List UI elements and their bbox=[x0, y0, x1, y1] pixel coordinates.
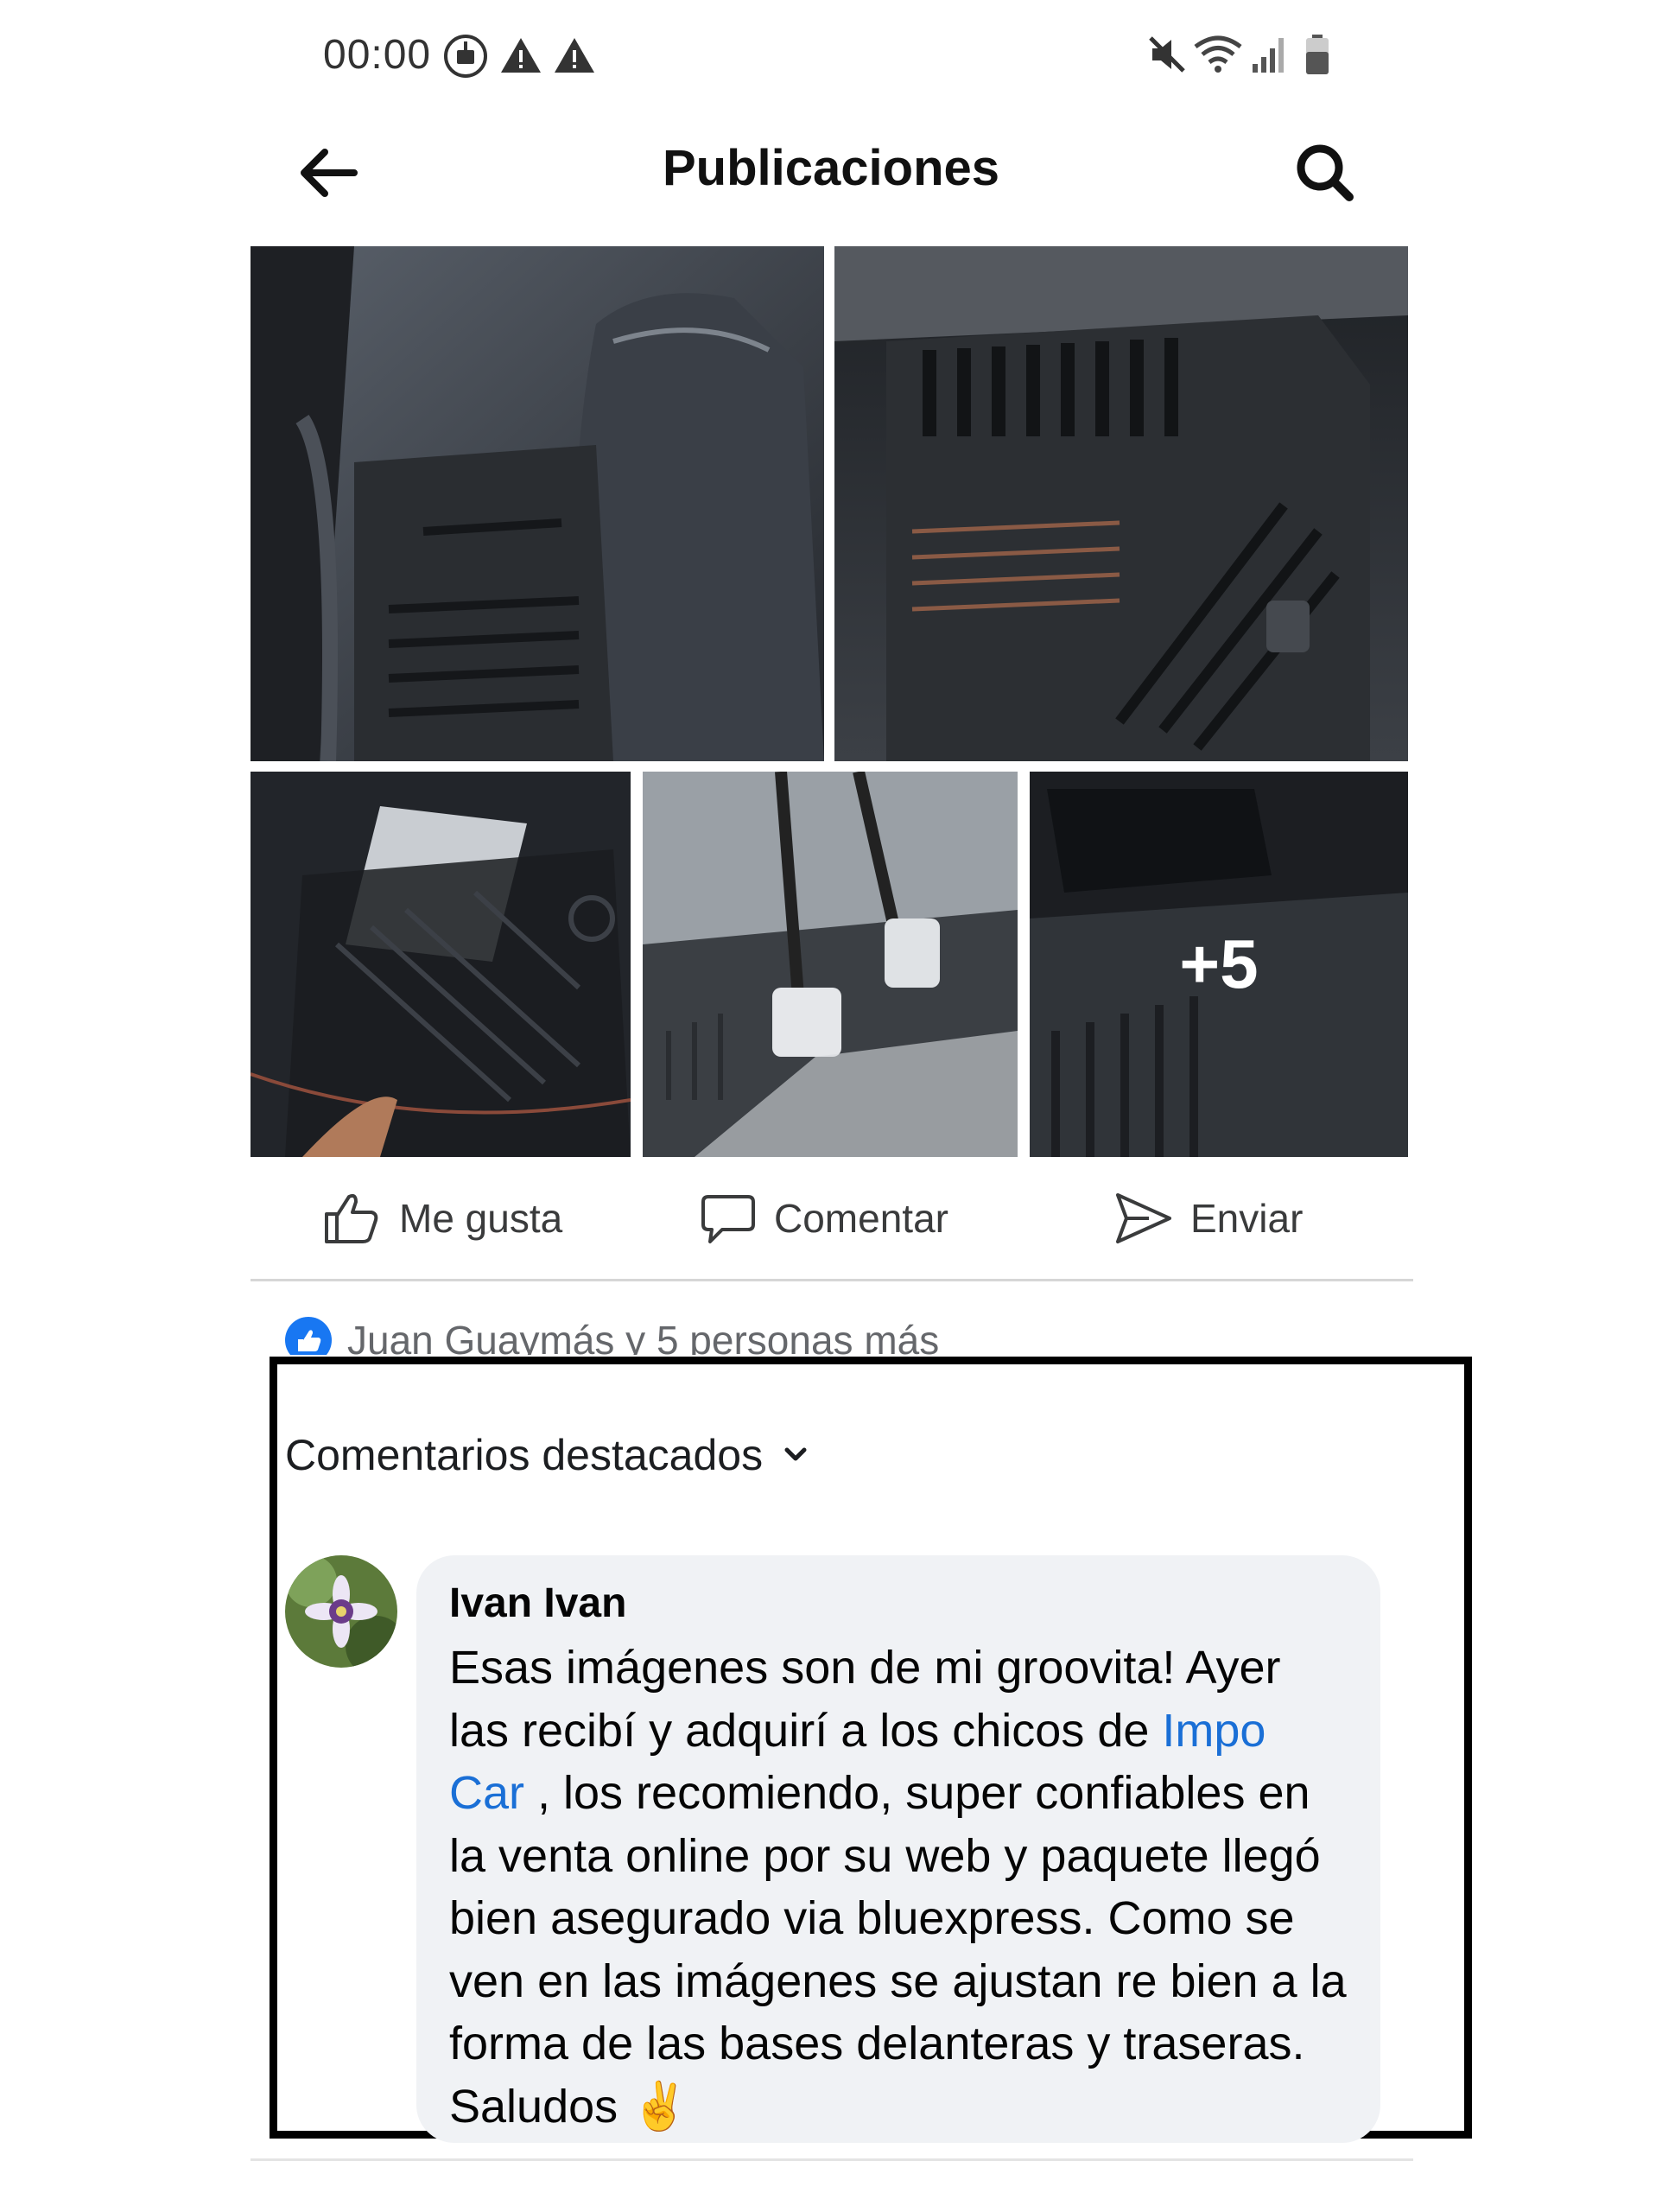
warning-icon bbox=[551, 33, 598, 84]
like-label: Me gusta bbox=[399, 1196, 563, 1241]
search-icon bbox=[1297, 144, 1354, 201]
send-icon bbox=[1116, 1193, 1171, 1243]
post-photo-1[interactable] bbox=[251, 246, 824, 761]
comment-label: Comentar bbox=[774, 1196, 948, 1241]
like-reaction-icon bbox=[285, 1317, 332, 1355]
victory-hand-emoji: ✌ bbox=[631, 2080, 689, 2133]
comment-sort-label: Comentarios destacados bbox=[285, 1431, 764, 1479]
comment-button[interactable]: Comentar bbox=[700, 1184, 948, 1253]
comment-text-part: Esas imágenes son de mi groovita! Ayer l… bbox=[449, 1642, 1281, 1757]
post-photo-2[interactable] bbox=[834, 246, 1408, 761]
reactions-summary[interactable]: Juan Guaymás y 5 personas más bbox=[285, 1317, 939, 1355]
post-photo-5[interactable]: +5 bbox=[1030, 772, 1408, 1157]
post-photo-3[interactable] bbox=[251, 772, 631, 1157]
send-button[interactable]: Enviar bbox=[1114, 1184, 1303, 1253]
action-divider bbox=[251, 1279, 1413, 1281]
comment-text-part: , los recomiendo, super confiables en la… bbox=[449, 1767, 1347, 2133]
search-button[interactable] bbox=[1291, 138, 1360, 207]
warning-icon bbox=[498, 33, 544, 84]
battery-icon bbox=[1304, 33, 1330, 80]
avatar[interactable] bbox=[285, 1555, 397, 1668]
wifi-icon bbox=[1192, 33, 1244, 80]
data-saver-icon bbox=[442, 33, 489, 84]
like-button[interactable]: Me gusta bbox=[321, 1184, 562, 1253]
reactions-text: Juan Guaymás y 5 personas más bbox=[347, 1318, 940, 1355]
chevron-down-icon bbox=[784, 1447, 807, 1461]
comment-text: Esas imágenes son de mi groovita! Ayer l… bbox=[449, 1637, 1349, 2138]
comment-bubble[interactable]: Ivan Ivan Esas imágenes son de mi groovi… bbox=[416, 1555, 1380, 2143]
thumbs-up-icon bbox=[325, 1193, 378, 1243]
comment-sort-dropdown[interactable]: Comentarios destacados bbox=[285, 1427, 809, 1483]
bottom-divider bbox=[251, 2158, 1413, 2161]
more-photos-overlay[interactable]: +5 bbox=[1030, 772, 1408, 1157]
page-title: Publicaciones bbox=[662, 140, 1000, 196]
signal-icon bbox=[1251, 33, 1285, 80]
status-time: 00:00 bbox=[323, 32, 432, 78]
comment-icon bbox=[701, 1195, 755, 1243]
post-photo-4[interactable] bbox=[643, 772, 1018, 1157]
send-label: Enviar bbox=[1190, 1196, 1304, 1241]
mute-icon bbox=[1145, 33, 1189, 80]
comment-author[interactable]: Ivan Ivan bbox=[449, 1578, 1349, 1630]
